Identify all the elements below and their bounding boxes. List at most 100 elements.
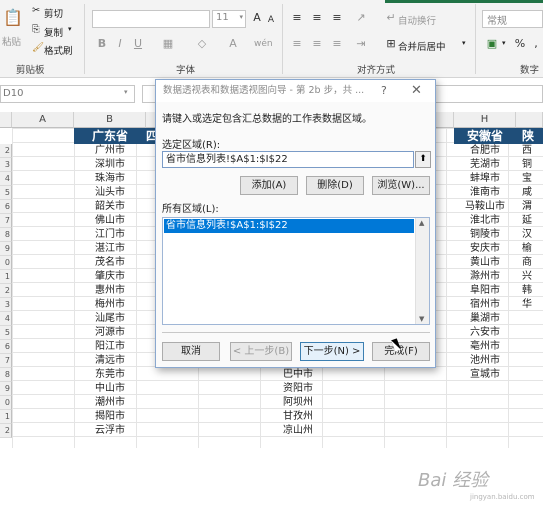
anhui-city-cell[interactable]: 宿州市: [454, 298, 516, 312]
guangdong-city-cell[interactable]: 东莞市: [74, 368, 146, 382]
collapse-dialog-icon[interactable]: ⬆: [415, 151, 431, 168]
increase-font-icon[interactable]: A: [250, 10, 264, 26]
column-header-i[interactable]: [516, 112, 543, 128]
number-format-dropdown[interactable]: 常规: [482, 10, 543, 28]
sichuan-city-cell[interactable]: 资阳市: [262, 382, 334, 396]
shaanxi-city-cell[interactable]: 咸: [516, 186, 543, 200]
currency-icon[interactable]: ▣: [484, 36, 500, 52]
anhui-city-cell[interactable]: 合肥市: [454, 144, 516, 158]
shaanxi-city-cell[interactable]: 延: [516, 214, 543, 228]
row-header[interactable]: 0: [0, 256, 12, 270]
align-center-icon[interactable]: ≡: [310, 36, 324, 52]
row-header[interactable]: 2: [0, 284, 12, 298]
guangdong-city-cell[interactable]: 茂名市: [74, 256, 146, 270]
copy-button[interactable]: 复制: [44, 25, 63, 39]
chevron-down-icon[interactable]: ▾: [462, 39, 466, 47]
row-header[interactable]: 8: [0, 228, 12, 242]
row-header[interactable]: 6: [0, 340, 12, 354]
name-box[interactable]: D10: [0, 85, 135, 103]
guangdong-city-cell[interactable]: 清远市: [74, 354, 146, 368]
add-button[interactable]: 添加(A): [240, 176, 298, 195]
column-header-b[interactable]: B: [74, 112, 146, 128]
anhui-city-cell[interactable]: 蚌埠市: [454, 172, 516, 186]
sichuan-city-cell[interactable]: 凉山州: [262, 424, 334, 438]
guangdong-city-cell[interactable]: 江门市: [74, 228, 146, 242]
paste-icon[interactable]: 📋: [2, 6, 24, 30]
bold-button[interactable]: B: [96, 36, 108, 52]
anhui-city-cell[interactable]: 亳州市: [454, 340, 516, 354]
anhui-city-cell[interactable]: 黄山市: [454, 256, 516, 270]
row-header[interactable]: 2: [0, 424, 12, 438]
anhui-city-cell[interactable]: 池州市: [454, 354, 516, 368]
shaanxi-city-cell[interactable]: 韩: [516, 284, 543, 298]
row-header[interactable]: 2: [0, 144, 12, 158]
align-left-icon[interactable]: ≡: [290, 36, 304, 52]
browse-button[interactable]: 浏览(W)...: [372, 176, 430, 195]
anhui-city-cell[interactable]: 宣城市: [454, 368, 516, 382]
guangdong-city-cell[interactable]: 韶关市: [74, 200, 146, 214]
sichuan-city-cell[interactable]: 巴中市: [262, 368, 334, 382]
phonetic-icon[interactable]: wén: [254, 36, 273, 52]
header-anhui[interactable]: 安徽省: [454, 128, 516, 144]
guangdong-city-cell[interactable]: 深圳市: [74, 158, 146, 172]
anhui-city-cell[interactable]: 阜阳市: [454, 284, 516, 298]
anhui-city-cell[interactable]: 马鞍山市: [454, 200, 516, 214]
list-item[interactable]: 省市信息列表!$A$1:$I$22: [164, 219, 414, 233]
anhui-city-cell[interactable]: 滁州市: [454, 270, 516, 284]
guangdong-city-cell[interactable]: 云浮市: [74, 424, 146, 438]
guangdong-city-cell[interactable]: 汕尾市: [74, 312, 146, 326]
percent-button[interactable]: %: [514, 36, 526, 52]
fill-color-icon[interactable]: ◇: [194, 36, 210, 52]
anhui-city-cell[interactable]: 巢湖市: [454, 312, 516, 326]
scroll-up-icon[interactable]: ▲: [419, 219, 424, 227]
row-header[interactable]: 8: [0, 368, 12, 382]
row-header[interactable]: 1: [0, 270, 12, 284]
format-painter-button[interactable]: 格式刷: [44, 43, 73, 57]
header-guangdong[interactable]: 广东省: [74, 128, 146, 144]
guangdong-city-cell[interactable]: 中山市: [74, 382, 146, 396]
guangdong-city-cell[interactable]: 揭阳市: [74, 410, 146, 424]
guangdong-city-cell[interactable]: 阳江市: [74, 340, 146, 354]
font-name-dropdown[interactable]: [92, 10, 210, 28]
copy-dropdown-icon[interactable]: ▾: [68, 25, 72, 33]
finish-button[interactable]: 完成(F): [372, 342, 430, 361]
scrollbar[interactable]: ▲ ▼: [415, 218, 429, 324]
row-header[interactable]: 4: [0, 172, 12, 186]
row-header[interactable]: 3: [0, 298, 12, 312]
shaanxi-city-cell[interactable]: 汉: [516, 228, 543, 242]
row-header[interactable]: 7: [0, 354, 12, 368]
row-header[interactable]: 4: [0, 312, 12, 326]
sichuan-city-cell[interactable]: 阿坝州: [262, 396, 334, 410]
guangdong-city-cell[interactable]: 珠海市: [74, 172, 146, 186]
shaanxi-city-cell[interactable]: 铜: [516, 158, 543, 172]
shaanxi-city-cell[interactable]: 宝: [516, 172, 543, 186]
align-middle-icon[interactable]: ≡: [310, 10, 324, 26]
chevron-down-icon[interactable]: ▾: [124, 88, 128, 96]
row-header[interactable]: 9: [0, 382, 12, 396]
orientation-icon[interactable]: ↗: [354, 10, 368, 26]
anhui-city-cell[interactable]: 铜陵市: [454, 228, 516, 242]
row-header[interactable]: 9: [0, 242, 12, 256]
guangdong-city-cell[interactable]: 汕头市: [74, 186, 146, 200]
row-header[interactable]: 6: [0, 200, 12, 214]
anhui-city-cell[interactable]: 芜湖市: [454, 158, 516, 172]
row-header[interactable]: 5: [0, 186, 12, 200]
chevron-down-icon[interactable]: ▾: [502, 39, 506, 47]
shaanxi-city-cell[interactable]: 兴: [516, 270, 543, 284]
guangdong-city-cell[interactable]: 湛江市: [74, 242, 146, 256]
shaanxi-city-cell[interactable]: 渭: [516, 200, 543, 214]
guangdong-city-cell[interactable]: 肇庆市: [74, 270, 146, 284]
cut-button[interactable]: 剪切: [44, 6, 63, 20]
comma-style-icon[interactable]: ,: [530, 36, 542, 52]
paste-button[interactable]: 粘贴: [2, 34, 21, 48]
cancel-button[interactable]: 取消: [162, 342, 220, 361]
column-header-g[interactable]: [436, 112, 454, 128]
wrap-text-button[interactable]: 自动换行: [398, 13, 436, 27]
anhui-city-cell[interactable]: 淮南市: [454, 186, 516, 200]
guangdong-city-cell[interactable]: 惠州市: [74, 284, 146, 298]
row-header[interactable]: 5: [0, 326, 12, 340]
guangdong-city-cell[interactable]: 广州市: [74, 144, 146, 158]
row-header[interactable]: 0: [0, 396, 12, 410]
shaanxi-city-cell[interactable]: 华: [516, 298, 543, 312]
all-ranges-list[interactable]: 省市信息列表!$A$1:$I$22 ▲ ▼: [162, 217, 430, 325]
